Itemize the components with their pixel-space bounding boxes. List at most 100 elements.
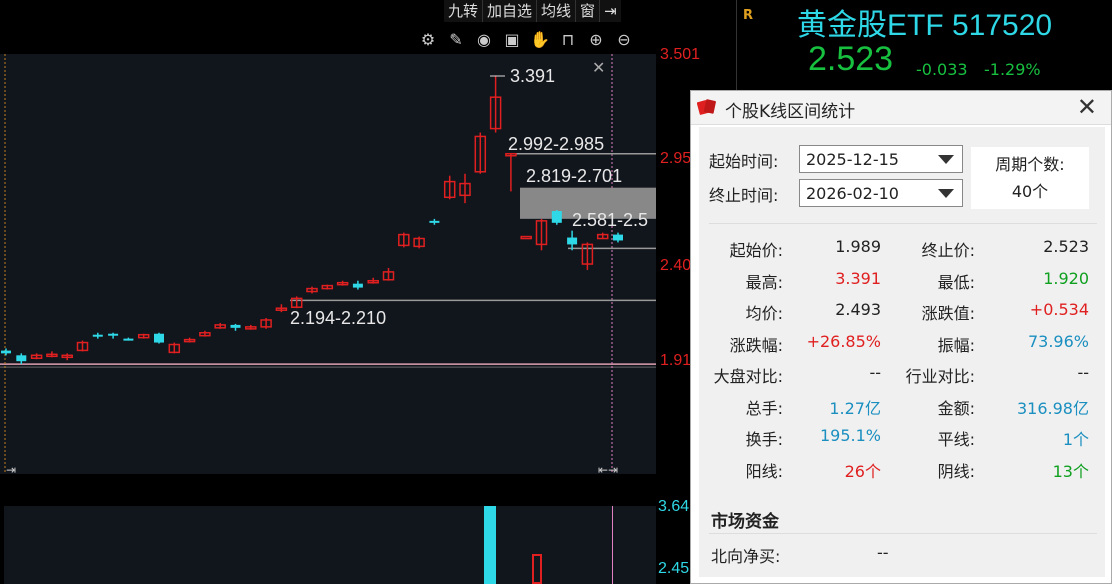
stat-value: --	[1077, 363, 1089, 382]
cards-icon	[697, 99, 716, 115]
candle-body	[352, 283, 363, 288]
candle-body	[92, 334, 103, 337]
y-label-top: 3.501	[660, 46, 701, 63]
y-label-4: 1.91	[660, 352, 692, 369]
menu-jiuzhuan[interactable]: 九转	[444, 0, 484, 22]
close-icon[interactable]: ✕	[1077, 93, 1097, 121]
candle-body	[123, 338, 134, 341]
stat-value: 1.27亿	[829, 398, 881, 418]
stat-label: 最低:	[937, 272, 975, 292]
start-time-value: 2025-12-15	[806, 150, 899, 169]
r-badge: R	[743, 8, 754, 23]
stat-label: 最高:	[745, 272, 783, 292]
collapse-icon[interactable]: ⇥	[600, 0, 621, 22]
stat-label: 总手:	[745, 398, 783, 418]
last-price: 2.523	[808, 40, 894, 78]
cursor-line	[612, 506, 613, 584]
northbound-value: --	[877, 543, 889, 562]
stat-value: 73.96%	[1027, 331, 1089, 351]
hand-icon[interactable]: ✋	[530, 30, 550, 50]
candle-body	[16, 355, 27, 362]
stat-value: 2.523	[1043, 237, 1089, 256]
end-time-value: 2026-02-10	[806, 184, 899, 203]
stat-value: 13个	[1052, 461, 1089, 481]
high-label: 3.391	[510, 66, 555, 86]
eye-icon[interactable]: ◉	[474, 30, 494, 50]
volume-bar	[532, 554, 542, 584]
candle-body	[429, 220, 440, 223]
kline-svg: 3.391 2.992-2.985 2.819-2.701 2.581-2.5 2.19…	[0, 54, 656, 477]
menu-moving-average[interactable]: 均线	[537, 0, 577, 22]
scroll-right-icon: ⇤⇥	[598, 463, 618, 474]
northbound-label: 北向净买:	[711, 547, 781, 566]
stat-label: 平线:	[937, 430, 975, 449]
stat-label: 均价:	[745, 304, 783, 323]
candle-body	[520, 235, 532, 240]
candle-body	[154, 333, 164, 343]
stat-value: 1.920	[1043, 268, 1089, 288]
price-change-pct: -1.29%	[984, 60, 1041, 79]
stat-value: 3.391	[835, 268, 881, 288]
volume-chart[interactable]	[4, 506, 656, 584]
stat-label: 起始价:	[729, 241, 783, 260]
stat-value: +0.534	[1029, 300, 1089, 319]
period-count-label: 周期个数:	[995, 155, 1065, 174]
gear-icon[interactable]: ⚙	[418, 30, 438, 50]
pen-icon[interactable]: ✎	[446, 30, 466, 50]
dialog-title: 个股K线区间统计	[725, 102, 856, 122]
box-icon[interactable]: ▣	[502, 30, 522, 50]
start-time-label: 起始时间:	[709, 152, 779, 171]
stat-label: 振幅:	[937, 335, 975, 355]
lock-icon[interactable]: ⊓	[558, 30, 578, 50]
scroll-left-icon: ⇥	[6, 463, 16, 474]
end-time-select[interactable]: 2026-02-10	[799, 179, 963, 207]
chevron-down-icon	[938, 155, 954, 164]
stat-label: 阴线:	[937, 461, 975, 481]
market-funds-title: 市场资金	[711, 512, 779, 532]
interval-stats-dialog: 个股K线区间统计 ✕ 起始时间: 2025-12-15 终止时间: 2026-0…	[690, 90, 1112, 584]
candle-body	[567, 237, 578, 245]
menu-add-favorite[interactable]: 加自选	[483, 0, 538, 22]
divider	[709, 223, 1097, 224]
chart-gap	[0, 476, 656, 506]
stat-label: 大盘对比:	[713, 367, 783, 386]
dialog-titlebar[interactable]: 个股K线区间统计 ✕	[691, 91, 1111, 125]
volume-bar	[484, 506, 496, 584]
kline-chart[interactable]: 3.391 2.992-2.985 2.819-2.701 2.581-2.5 2.19…	[0, 54, 656, 477]
divider	[709, 533, 1097, 534]
sub-y-label-2: 2.45	[658, 560, 690, 577]
stat-label: 涨跌幅:	[729, 335, 783, 355]
gap-label: 2.992-2.985	[508, 134, 604, 154]
zoom-out-icon[interactable]: ⊖	[614, 30, 634, 50]
stat-label: 终止价:	[921, 241, 975, 260]
top-menu: 九转 加自选 均线 窗 ⇥	[444, 0, 621, 22]
candle-body	[613, 234, 623, 241]
menu-window[interactable]: 窗	[576, 0, 601, 22]
candle-body	[1, 350, 11, 354]
chevron-down-icon	[938, 189, 954, 198]
stat-label: 行业对比:	[905, 367, 975, 386]
end-time-label: 终止时间:	[709, 186, 779, 205]
gap-label: 2.819-2.701	[526, 166, 622, 186]
period-count-box: 周期个数: 40个	[971, 147, 1089, 209]
candle-body	[230, 324, 241, 328]
stat-value: 195.1%	[819, 426, 881, 445]
zoom-in-icon[interactable]: ⊕	[586, 30, 606, 50]
security-name: 黄金股ETF 517520	[797, 9, 1053, 42]
stat-value: +26.85%	[806, 331, 881, 351]
gap-label: 2.194-2.210	[290, 308, 386, 328]
gap-label: 2.581-2.5	[572, 210, 648, 230]
stat-value: 1.989	[835, 237, 881, 256]
stat-label: 涨跌值:	[921, 304, 975, 323]
stat-label: 换手:	[745, 430, 783, 449]
stat-value: 1个	[1062, 430, 1089, 449]
header-divider	[736, 0, 737, 92]
price-change: -0.033	[916, 60, 968, 79]
candle-body	[551, 211, 562, 223]
y-label-3: 2.40	[660, 257, 692, 274]
stat-value: 316.98亿	[1017, 398, 1089, 418]
chart-close-icon[interactable]: ✕	[592, 58, 605, 77]
start-time-select[interactable]: 2025-12-15	[799, 145, 963, 173]
period-count-value: 40个	[1011, 182, 1049, 201]
stat-value: 2.493	[835, 300, 881, 319]
